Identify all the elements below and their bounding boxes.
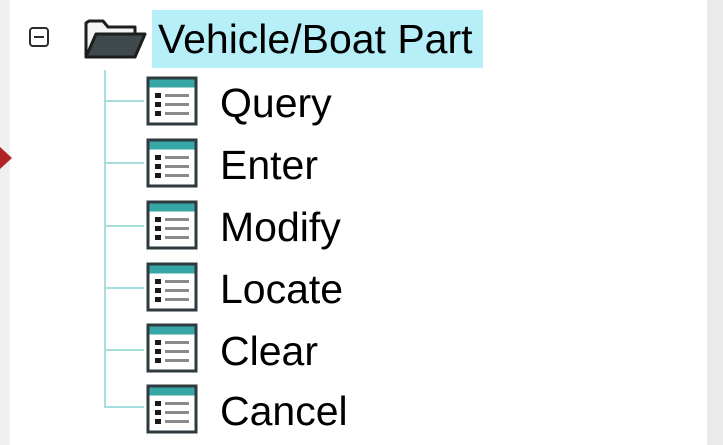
form-icon [146, 200, 198, 250]
collapse-toggle-icon[interactable] [29, 27, 49, 47]
tree-connector [104, 225, 144, 227]
tree-connector [104, 287, 144, 289]
tree-connector [104, 100, 144, 102]
panel-edge [707, 0, 723, 445]
tree-connector [104, 162, 144, 164]
current-item-marker [0, 147, 12, 169]
tree-connector-vertical [104, 70, 106, 408]
tree-item-label[interactable]: Cancel [220, 386, 348, 436]
tree-root-label[interactable]: Vehicle/Boat Part [152, 10, 483, 68]
tree-item-label[interactable]: Modify [220, 202, 341, 252]
form-icon [146, 76, 198, 126]
tree-connector [104, 349, 144, 351]
form-icon [146, 262, 198, 312]
tree-item-label[interactable]: Clear [220, 326, 318, 376]
form-icon [146, 384, 198, 434]
folder-open-icon [84, 19, 147, 59]
form-icon [146, 323, 198, 373]
tree-connector [104, 406, 144, 408]
tree-item-label[interactable]: Query [220, 78, 332, 128]
tree-item-label[interactable]: Enter [220, 140, 318, 190]
tree-item-label[interactable]: Locate [220, 264, 343, 314]
form-icon [146, 138, 198, 188]
